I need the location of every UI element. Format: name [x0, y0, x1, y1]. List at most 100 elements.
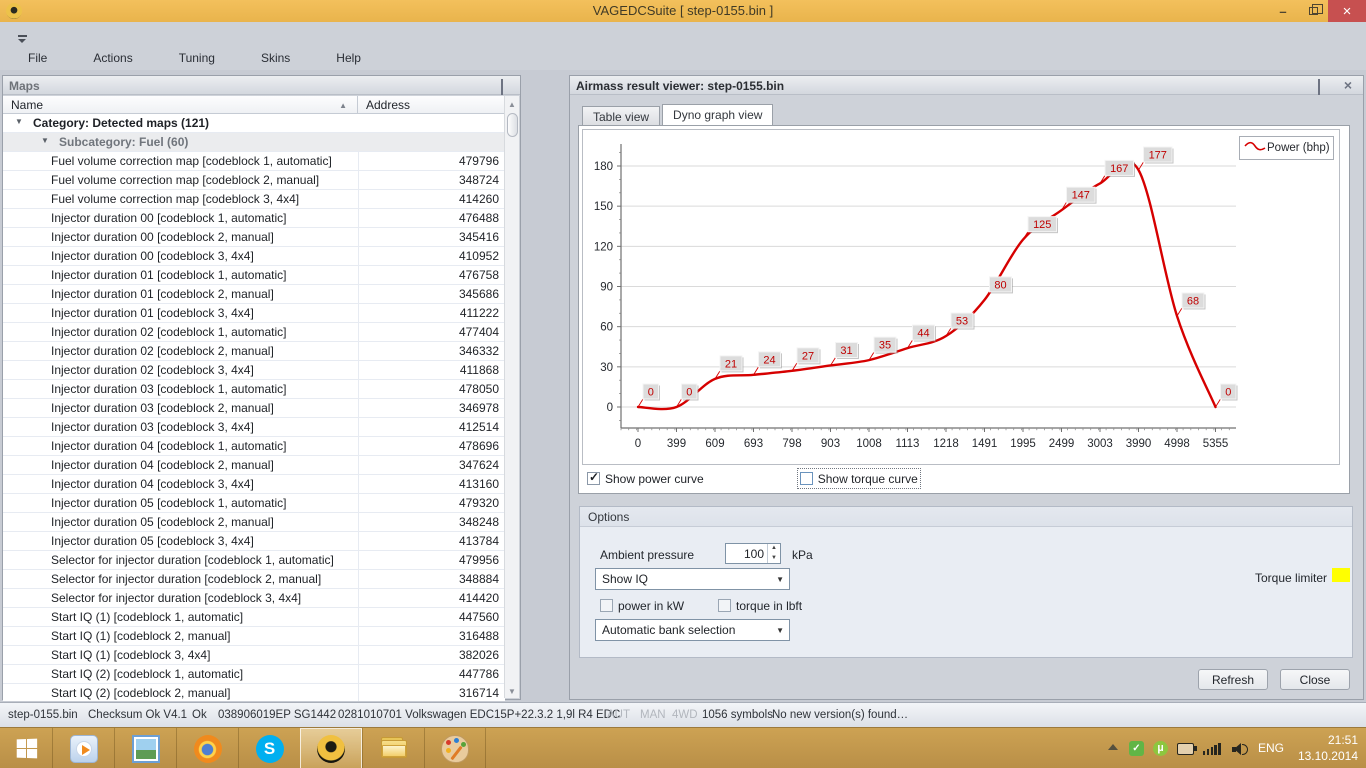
map-name: Injector duration 04 [codeblock 1, autom… — [3, 437, 358, 455]
show-hidden-icons-button[interactable] — [1108, 741, 1118, 750]
power-in-kw-checkbox[interactable] — [600, 599, 613, 612]
skype-icon: S — [256, 735, 284, 763]
table-row[interactable]: Injector duration 04 [codeblock 3, 4x4]4… — [3, 475, 505, 494]
show-power-curve-group: ✓ Show power curve — [587, 471, 704, 486]
table-row[interactable]: Injector duration 02 [codeblock 1, autom… — [3, 323, 505, 342]
collapse-icon[interactable]: ▼ — [15, 117, 23, 126]
table-row[interactable]: Injector duration 02 [codeblock 3, 4x4]4… — [3, 361, 505, 380]
table-row[interactable]: Injector duration 00 [codeblock 2, manua… — [3, 228, 505, 247]
signal-bars-icon — [1203, 742, 1222, 755]
table-row[interactable]: Injector duration 04 [codeblock 1, autom… — [3, 437, 505, 456]
pin-icon[interactable] — [501, 80, 512, 92]
maps-scrollbar[interactable]: ▲ ▼ — [504, 96, 519, 698]
table-row[interactable]: Injector duration 03 [codeblock 2, manua… — [3, 399, 505, 418]
language-indicator[interactable]: ENG — [1258, 741, 1284, 755]
taskbar-vagedcsuite-active[interactable] — [300, 728, 362, 768]
table-row[interactable]: Injector duration 03 [codeblock 1, autom… — [3, 380, 505, 399]
show-torque-curve-checkbox[interactable] — [800, 472, 813, 485]
table-row[interactable]: Start IQ (1) [codeblock 1, automatic]447… — [3, 608, 505, 627]
table-row[interactable]: Injector duration 01 [codeblock 1, autom… — [3, 266, 505, 285]
taskbar-skype[interactable]: S — [238, 728, 300, 768]
table-row[interactable]: Start IQ (1) [codeblock 2, manual]316488 — [3, 627, 505, 646]
svg-text:147: 147 — [1072, 190, 1090, 202]
tab-dyno-graph-view[interactable]: Dyno graph view — [662, 104, 773, 125]
menu-skins[interactable]: Skins — [247, 50, 304, 68]
svg-text:44: 44 — [917, 328, 929, 340]
table-row[interactable]: Fuel volume correction map [codeblock 3,… — [3, 190, 505, 209]
table-row[interactable]: Injector duration 01 [codeblock 2, manua… — [3, 285, 505, 304]
tray-antivirus[interactable]: ✓ — [1129, 741, 1144, 756]
table-row[interactable]: Start IQ (1) [codeblock 3, 4x4]382026 — [3, 646, 505, 665]
minimize-button[interactable]: – — [1268, 0, 1298, 22]
tray-utorrent[interactable]: µ — [1153, 741, 1168, 756]
status-item: step-0155.bin — [8, 709, 78, 721]
table-row[interactable]: Selector for injector duration [codebloc… — [3, 551, 505, 570]
scroll-up-icon[interactable]: ▲ — [505, 96, 519, 111]
table-row[interactable]: Injector duration 00 [codeblock 1, autom… — [3, 209, 505, 228]
toolbar-overflow-icon[interactable] — [18, 35, 27, 43]
table-row[interactable]: Injector duration 04 [codeblock 2, manua… — [3, 456, 505, 475]
ambient-pressure-value[interactable]: 100 — [728, 547, 764, 561]
tab-table-view[interactable]: Table view — [582, 106, 660, 125]
table-row[interactable]: Fuel volume correction map [codeblock 1,… — [3, 152, 505, 171]
start-button[interactable] — [0, 728, 52, 768]
table-row[interactable]: Injector duration 03 [codeblock 3, 4x4]4… — [3, 418, 505, 437]
table-row[interactable]: Injector duration 02 [codeblock 2, manua… — [3, 342, 505, 361]
svg-text:125: 125 — [1033, 219, 1051, 231]
column-header-name[interactable]: Name ▲ — [3, 96, 358, 113]
spin-up-icon[interactable]: ▲ — [768, 544, 780, 554]
table-row[interactable]: Selector for injector duration [codebloc… — [3, 570, 505, 589]
menu-actions[interactable]: Actions — [79, 50, 146, 68]
show-power-curve-checkbox[interactable]: ✓ — [587, 472, 600, 485]
table-row[interactable]: Start IQ (2) [codeblock 1, automatic]447… — [3, 665, 505, 684]
spin-down-icon[interactable]: ▼ — [768, 554, 780, 564]
map-address: 346978 — [358, 399, 505, 417]
maps-panel-title: Maps — [9, 79, 40, 93]
taskbar-media-player[interactable] — [52, 728, 114, 768]
map-address: 447560 — [358, 608, 505, 626]
panel-close-icon[interactable]: × — [1341, 77, 1355, 93]
pin-icon[interactable] — [1318, 80, 1329, 92]
close-button[interactable]: × — [1328, 0, 1366, 22]
table-row[interactable]: Injector duration 05 [codeblock 2, manua… — [3, 513, 505, 532]
menu-file[interactable]: File — [14, 50, 61, 68]
table-row[interactable]: Injector duration 01 [codeblock 3, 4x4]4… — [3, 304, 505, 323]
refresh-button[interactable]: Refresh — [1198, 669, 1268, 690]
torque-in-lbft-checkbox[interactable] — [718, 599, 731, 612]
svg-text:1218: 1218 — [933, 438, 959, 450]
table-row[interactable]: Injector duration 05 [codeblock 3, 4x4]4… — [3, 532, 505, 551]
svg-text:903: 903 — [821, 438, 840, 450]
tray-network[interactable] — [1203, 741, 1222, 755]
menu-tuning[interactable]: Tuning — [165, 50, 229, 68]
tray-power[interactable] — [1177, 741, 1194, 755]
table-row[interactable]: Start IQ (2) [codeblock 2, manual]316714 — [3, 684, 505, 701]
bank-selection-dropdown[interactable]: Automatic bank selection ▼ — [595, 619, 790, 641]
taskbar-file-explorer[interactable] — [362, 728, 424, 768]
restore-button[interactable] — [1298, 0, 1328, 22]
taskbar-paint[interactable] — [424, 728, 486, 768]
viewer-buttons: Refresh Close — [1186, 669, 1350, 690]
scroll-down-icon[interactable]: ▼ — [505, 683, 519, 698]
scrollbar-thumb[interactable] — [507, 113, 518, 137]
taskbar: S ✓ µ ENG 21:51 13.10.2014 г. — [0, 727, 1366, 768]
table-row[interactable]: Selector for injector duration [codebloc… — [3, 589, 505, 608]
table-row[interactable]: ▼Subcategory: Fuel (60) — [3, 133, 505, 152]
menu-help[interactable]: Help — [322, 50, 375, 68]
media-player-icon — [70, 735, 98, 763]
close-button[interactable]: Close — [1280, 669, 1350, 690]
torque-limiter-swatch — [1332, 568, 1350, 582]
viewer-panel-title: Airmass result viewer: step-0155.bin — [576, 79, 784, 93]
table-row[interactable]: Injector duration 00 [codeblock 3, 4x4]4… — [3, 247, 505, 266]
clock[interactable]: 21:51 13.10.2014 г. — [1298, 732, 1358, 768]
tray-volume[interactable] — [1232, 741, 1248, 756]
table-row[interactable]: ▼Category: Detected maps (121) — [3, 114, 505, 133]
table-row[interactable]: Injector duration 05 [codeblock 1, autom… — [3, 494, 505, 513]
iq-dropdown[interactable]: Show IQ ▼ — [595, 568, 790, 590]
column-header-address[interactable]: Address — [358, 96, 416, 113]
table-row[interactable]: Fuel volume correction map [codeblock 2,… — [3, 171, 505, 190]
taskbar-photo-viewer[interactable] — [114, 728, 176, 768]
maps-panel: Maps Name ▲ Address ▼Category: Detected … — [2, 75, 521, 700]
collapse-icon[interactable]: ▼ — [41, 136, 49, 145]
taskbar-firefox[interactable] — [176, 728, 238, 768]
ambient-pressure-spinner[interactable]: 100 ▲ ▼ — [725, 543, 781, 564]
